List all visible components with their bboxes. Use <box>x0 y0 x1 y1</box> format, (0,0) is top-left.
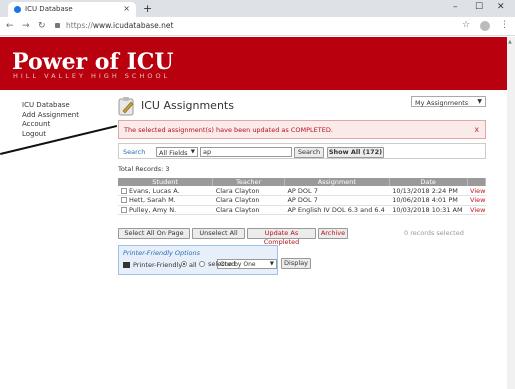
site-banner: Power of ICU HILL VALLEY HIGH SCHOOL <box>0 37 515 90</box>
forward-icon[interactable]: → <box>22 21 30 31</box>
tab-close-icon[interactable]: × <box>123 4 130 13</box>
view-link[interactable]: View <box>467 195 486 206</box>
display-button[interactable]: Display <box>281 258 311 269</box>
sidebar-item-add-assignment[interactable]: Add Assignment <box>22 111 79 121</box>
search-field-value: All Fields <box>159 149 188 157</box>
browser-toolbar: ← → ↻ https://www.icudatabase.net ☆ ⋮ <box>0 17 515 36</box>
new-tab-icon[interactable]: + <box>143 2 152 15</box>
success-alert: The selected assignment(s) have been upd… <box>118 120 486 139</box>
school-name: HILL VALLEY HIGH SCHOOL <box>13 72 171 80</box>
alert-message: The selected assignment(s) have been upd… <box>124 126 333 134</box>
student-cell: Evans, Lucas A. <box>118 186 213 196</box>
favicon-icon <box>14 6 21 13</box>
printer-friendly-label: Printer-Friendly <box>133 261 183 269</box>
col-header-assignment[interactable]: Assignment <box>284 178 390 186</box>
sidebar-nav: ICU Database Add Assignment Account Logo… <box>22 101 79 139</box>
teacher-cell: Clara Clayton <box>212 195 285 206</box>
view-select[interactable]: My Assignments ▼ <box>411 96 486 107</box>
sidebar-item-account[interactable]: Account <box>22 120 79 130</box>
radio-selected[interactable] <box>199 261 205 267</box>
url-scheme: https:// <box>66 21 93 30</box>
maximize-icon[interactable]: ☐ <box>475 2 483 12</box>
alert-close-button[interactable]: X <box>475 126 479 134</box>
col-header-student[interactable]: Student <box>118 178 214 186</box>
total-records: Total Records: 3 <box>118 165 170 173</box>
search-button[interactable]: Search <box>294 147 324 158</box>
assignment-cell: AP DOL 7 <box>284 195 390 206</box>
minimize-icon[interactable]: – <box>453 2 458 12</box>
student-cell: Hett, Sarah M. <box>118 195 213 206</box>
address-bar[interactable]: https://www.icudatabase.net <box>66 21 173 30</box>
profile-avatar[interactable] <box>480 21 490 31</box>
search-panel: Search All Fields ▼ ap Search Show All (… <box>118 143 486 159</box>
date-cell: 10/03/2018 10:31 AM <box>389 205 468 215</box>
browser-tab[interactable]: ICU Database × <box>8 2 136 17</box>
assignment-cell: AP DOL 7 <box>284 186 390 196</box>
assignments-table: Student Teacher Assignment Date Evans, L… <box>118 178 487 215</box>
lock-icon <box>55 23 60 28</box>
show-all-button[interactable]: Show All (172) <box>327 147 384 158</box>
student-cell: Pulley, Amy N. <box>118 205 213 215</box>
radio-all[interactable] <box>181 261 187 267</box>
view-link[interactable]: View <box>467 186 486 196</box>
date-cell: 10/13/2018 2:24 PM <box>389 186 468 196</box>
teacher-cell: Clara Clayton <box>212 205 285 215</box>
window-close-icon[interactable]: ✕ <box>497 2 505 12</box>
url-host: www.icudatabase.net <box>92 21 174 30</box>
printer-options-panel: Printer-Friendly Options Printer-Friendl… <box>118 245 278 275</box>
radio-all-label: all <box>189 261 197 269</box>
col-header-date[interactable]: Date <box>389 178 468 186</box>
printer-options-title: Printer-Friendly Options <box>123 249 200 257</box>
bookmark-star-icon[interactable]: ☆ <box>462 20 470 30</box>
teacher-cell: Clara Clayton <box>212 186 285 196</box>
row-checkbox[interactable] <box>121 206 127 213</box>
records-selected-count: 0 records selected <box>404 229 464 237</box>
table-row: Hett, Sarah M. Clara Clayton AP DOL 7 10… <box>118 195 486 206</box>
row-checkbox[interactable] <box>121 197 127 204</box>
page-title: ICU Assignments <box>141 99 234 112</box>
update-completed-button[interactable]: Update As Completed <box>247 228 316 246</box>
date-cell: 10/06/2018 4:01 PM <box>389 195 468 206</box>
page-scrollbar[interactable]: ▲ <box>507 37 515 389</box>
search-field-select[interactable]: All Fields ▼ <box>156 147 198 157</box>
clipboard-pencil-icon <box>118 97 134 116</box>
printer-icon <box>123 262 130 268</box>
search-input[interactable]: ap <box>200 147 292 157</box>
student-name: Pulley, Amy N. <box>129 205 177 214</box>
view-link[interactable]: View <box>467 205 486 215</box>
scroll-up-icon[interactable]: ▲ <box>508 39 512 45</box>
row-checkbox[interactable] <box>121 187 127 194</box>
reload-icon[interactable]: ↻ <box>38 21 46 31</box>
assignment-cell: AP English IV DOL 6.3 and 6.4 <box>284 205 390 215</box>
col-header-action <box>467 178 487 186</box>
radio-selected-label: selected <box>208 260 236 268</box>
chevron-down-icon: ▼ <box>190 149 195 155</box>
view-select-value: My Assignments <box>415 98 469 107</box>
browser-tab-strip: ICU Database × + – ☐ ✕ <box>0 0 515 17</box>
tab-title: ICU Database <box>25 5 73 13</box>
unselect-all-button[interactable]: Unselect All <box>192 228 245 239</box>
table-row: Pulley, Amy N. Clara Clayton AP English … <box>118 205 486 215</box>
student-name: Hett, Sarah M. <box>129 196 176 205</box>
chevron-down-icon: ▼ <box>269 261 274 267</box>
chevron-down-icon: ▼ <box>477 98 482 105</box>
archive-button[interactable]: Archive <box>318 228 348 239</box>
student-name: Evans, Lucas A. <box>129 186 180 195</box>
col-header-teacher[interactable]: Teacher <box>212 178 285 186</box>
search-label: Search <box>123 148 146 156</box>
sidebar-item-icu-database[interactable]: ICU Database <box>22 101 79 111</box>
table-row: Evans, Lucas A. Clara Clayton AP DOL 7 1… <box>118 186 486 196</box>
browser-menu-icon[interactable]: ⋮ <box>500 20 509 30</box>
select-all-button[interactable]: Select All On Page <box>118 228 190 239</box>
back-icon[interactable]: ← <box>6 21 14 31</box>
